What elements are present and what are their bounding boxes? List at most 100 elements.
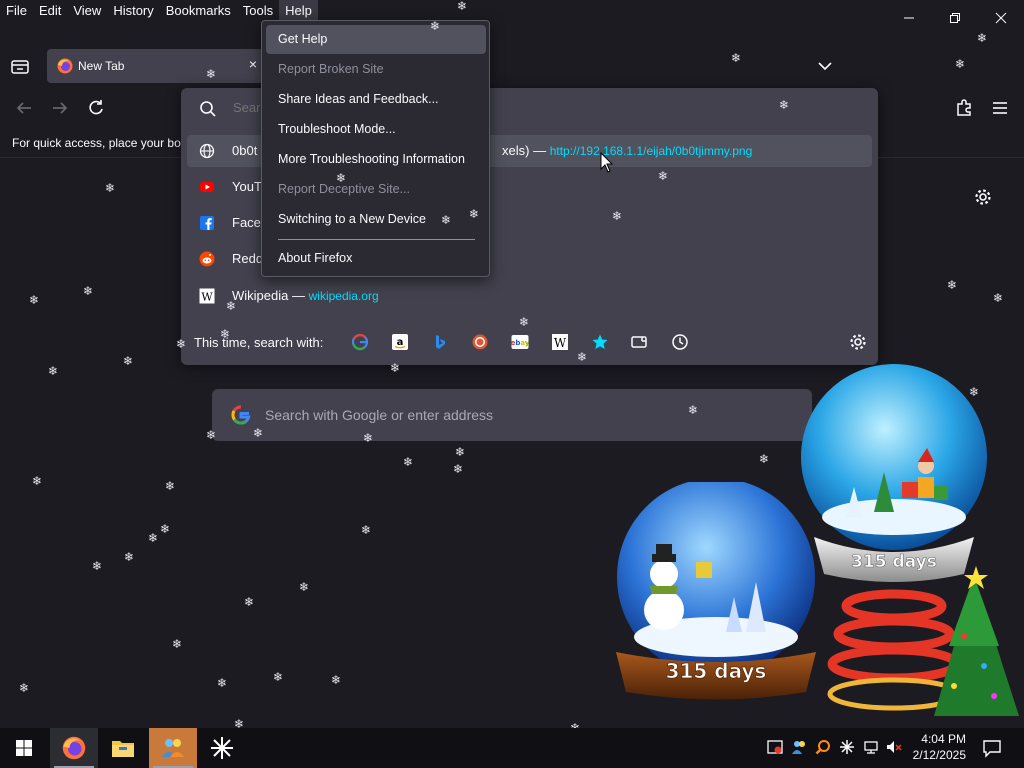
taskbar-app-people[interactable] [149, 728, 197, 768]
restore-button[interactable] [941, 8, 969, 28]
search-engine-google[interactable] [351, 333, 369, 351]
url-result-separator: — [291, 288, 305, 303]
snowflake-decoration: ❄ [453, 462, 464, 476]
taskbar-file-explorer[interactable] [99, 728, 147, 768]
network-icon[interactable] [863, 739, 879, 755]
firefox-logo-icon [57, 58, 73, 74]
tab-close-button[interactable]: × [249, 56, 257, 72]
help-about-firefox[interactable]: About Firefox [266, 244, 486, 273]
tray-snowflake-icon[interactable] [839, 739, 855, 755]
snowflake-decoration: ❄ [253, 426, 264, 440]
star-icon [592, 334, 608, 349]
svg-text:a: a [397, 337, 404, 348]
search-engine-ebay[interactable]: ebay [511, 333, 530, 351]
menu-view[interactable]: View [67, 0, 107, 20]
list-all-tabs-button[interactable] [816, 58, 834, 74]
search-icon [200, 101, 216, 117]
christmas-tree-decoration [827, 566, 1019, 716]
close-window-button[interactable] [987, 8, 1015, 28]
snowflake-decoration: ❄ [363, 431, 374, 445]
snowflake-app-icon [211, 737, 233, 759]
taskbar-clock[interactable]: 4:04 PM 2/12/2025 [906, 731, 966, 763]
url-result-title: Redd [232, 251, 264, 266]
search-bookmarks-button[interactable] [591, 333, 609, 351]
snowflake-decoration: ❄ [124, 550, 135, 564]
url-result-row[interactable]: W Wikipedia — wikipedia.org [187, 280, 872, 312]
snowflake-decoration: ❄ [48, 364, 59, 378]
clock-time: 4:04 PM [921, 732, 966, 746]
search-engine-bing[interactable] [431, 333, 449, 351]
help-get-help[interactable]: Get Help [266, 25, 486, 54]
search-engine-duckduckgo[interactable] [471, 333, 489, 351]
search-tabs-button[interactable] [631, 333, 649, 351]
screen: File Edit View History Bookmarks Tools H… [0, 0, 1024, 768]
taskbar-app-snowflake[interactable] [198, 728, 246, 768]
snowflake-decoration: ❄ [32, 474, 43, 488]
snowflake-decoration: ❄ [19, 681, 30, 695]
menu-tools[interactable]: Tools [237, 0, 279, 20]
search-engine-amazon[interactable]: a [391, 333, 409, 351]
menu-bookmarks[interactable]: Bookmarks [160, 0, 237, 20]
search-settings-button[interactable] [849, 333, 867, 351]
tray-security-icon[interactable] [767, 739, 783, 755]
help-troubleshoot-mode[interactable]: Troubleshoot Mode... [266, 115, 486, 144]
extensions-button[interactable] [954, 98, 974, 118]
help-switching-device[interactable]: Switching to a New Device [266, 205, 486, 234]
search-history-button[interactable] [671, 333, 689, 351]
snowflake-decoration: ❄ [299, 580, 310, 594]
forward-button[interactable] [50, 98, 70, 118]
search-engine-wikipedia[interactable]: W [551, 333, 569, 351]
snowflake-decoration: ❄ [430, 19, 441, 33]
newtab-search-placeholder: Search with Google or enter address [265, 407, 494, 423]
url-result-separator: — [533, 143, 547, 158]
puzzle-icon [957, 99, 971, 116]
volume-muted-icon[interactable] [886, 739, 902, 755]
menu-file[interactable]: File [0, 0, 33, 20]
notifications-icon[interactable] [982, 738, 1002, 758]
start-button[interactable] [0, 728, 48, 768]
snowflake-decoration: ❄ [731, 51, 742, 65]
snowflake-decoration: ❄ [993, 291, 1004, 305]
restore-icon [950, 13, 960, 23]
menu-separator [278, 239, 475, 240]
snowflake-decoration: ❄ [331, 673, 342, 687]
taskbar-firefox[interactable] [50, 728, 98, 768]
menu-history[interactable]: History [107, 0, 159, 20]
url-result-detail: xels) — http://192.168.1.1/eijah/0b0tjim… [502, 143, 752, 158]
tray-search-icon[interactable] [815, 739, 831, 755]
snowflake-decoration: ❄ [469, 207, 480, 221]
snowflake-decoration: ❄ [947, 278, 958, 292]
help-share-ideas[interactable]: Share Ideas and Feedback... [266, 85, 486, 114]
url-result-title: 0b0t [232, 143, 258, 158]
newtab-search-box[interactable]: Search with Google or enter address [212, 389, 812, 441]
tray-people-icon[interactable] [791, 739, 807, 755]
youtube-icon [200, 182, 214, 192]
menu-bar: File Edit View History Bookmarks Tools H… [0, 0, 318, 20]
reload-button[interactable] [86, 98, 106, 118]
snowflake-decoration: ❄ [220, 327, 231, 341]
url-input[interactable] [231, 99, 265, 116]
snowflake-decoration: ❄ [577, 350, 588, 364]
facebook-icon [200, 216, 214, 230]
bookmarks-toolbar-hint: For quick access, place your boo [12, 136, 182, 150]
firefox-view-button[interactable] [10, 58, 30, 76]
app-menu-button[interactable] [990, 98, 1010, 118]
wikipedia-icon: W [552, 334, 568, 350]
snowflake-decoration: ❄ [361, 523, 372, 537]
help-more-troubleshooting[interactable]: More Troubleshooting Information [266, 145, 486, 174]
back-button[interactable] [14, 98, 34, 118]
menu-edit[interactable]: Edit [33, 0, 67, 20]
snowflake-decoration: ❄ [244, 595, 255, 609]
menu-item-label: Troubleshoot Mode... [278, 122, 396, 136]
snowflake-decoration: ❄ [83, 284, 94, 298]
help-report-broken-site: Report Broken Site [266, 55, 486, 84]
newtab-settings-button[interactable] [974, 188, 992, 206]
amazon-icon: a [392, 334, 408, 350]
menu-help[interactable]: Help [279, 0, 318, 20]
tab-new-tab[interactable]: New Tab × [47, 49, 265, 83]
snowflake-decoration: ❄ [29, 293, 40, 307]
folder-icon [112, 741, 134, 757]
minimize-button[interactable] [895, 8, 923, 28]
snowflake-decoration: ❄ [403, 455, 414, 469]
menu-item-label: Switching to a New Device [278, 212, 426, 226]
